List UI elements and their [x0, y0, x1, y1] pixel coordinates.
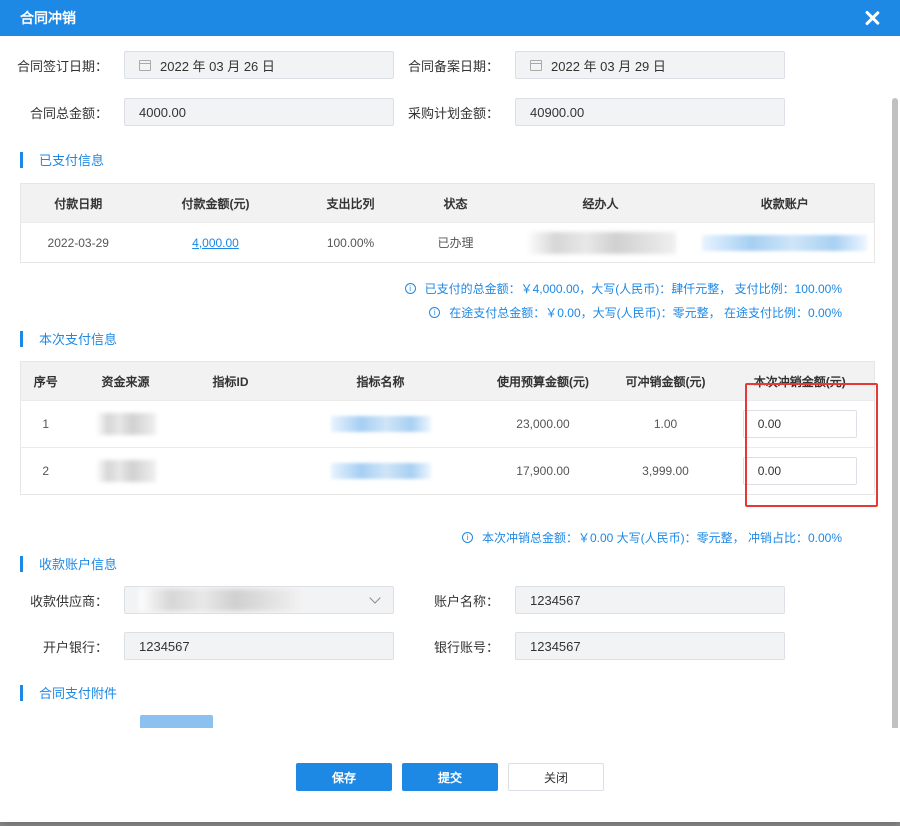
bank-field[interactable]: 1234567: [124, 632, 394, 660]
supplier-label: 收款供应商：: [29, 593, 108, 609]
col-header: 付款金额(元): [135, 183, 296, 223]
save-button[interactable]: 保存: [296, 763, 392, 791]
info-icon: i: [429, 307, 441, 318]
pay-date: 2022-03-29: [20, 222, 136, 263]
chevron-down-icon: [369, 592, 381, 604]
filing-date-label: 合同备案日期：: [407, 58, 499, 74]
pay-ratio: 100.00%: [295, 222, 406, 263]
offset-available: 3,999.00: [605, 447, 726, 495]
paid-section-header: 已支付信息: [20, 150, 104, 169]
col-header: 状态: [405, 183, 506, 223]
col-header: 指标ID: [180, 361, 281, 401]
redacted-indicator-name: [330, 463, 431, 479]
dialog-title: 合同冲销: [20, 10, 76, 26]
col-header: 使用预算金额(元): [480, 361, 606, 401]
row-index: 2: [20, 447, 71, 495]
redacted-indicator-name: [330, 416, 431, 432]
payee-section-header: 收款账户信息: [20, 554, 117, 573]
paid-summary: i 已支付的总金额：￥4,000.00，大写(人民币)：肆仟元整， 支付比例：1…: [404, 280, 842, 297]
calendar-icon: [139, 59, 151, 71]
redacted-account: [702, 234, 868, 251]
table-row: 1 23,000.00 1.00 0.00: [20, 400, 875, 448]
col-header: 可冲销金额(元): [605, 361, 726, 401]
pay-amount-link[interactable]: 4,000.00: [192, 236, 239, 250]
sign-date-field[interactable]: 2022 年 03 月 26 日: [124, 51, 394, 79]
row-index: 1: [20, 400, 71, 448]
budget-amount: 23,000.00: [480, 400, 606, 448]
col-header: 资金来源: [70, 361, 181, 401]
total-amount-value: 4000.00: [139, 104, 186, 120]
table-header-row: 付款日期 付款金额(元) 支出比列 状态 经办人 收款账户: [20, 183, 875, 223]
section-title: 收款账户信息: [39, 557, 118, 572]
account-name-label: 账户名称：: [433, 593, 499, 609]
col-header: 支出比列: [295, 183, 406, 223]
account-no-field[interactable]: 1234567: [515, 632, 785, 660]
redacted-handler: [525, 231, 676, 254]
redacted-supplier: [139, 589, 299, 611]
total-amount-label: 合同总金额：: [29, 105, 108, 121]
col-header: 本次冲销金额(元): [725, 361, 875, 401]
sign-date-label: 合同签订日期：: [16, 58, 108, 74]
bank-label: 开户银行：: [42, 639, 108, 655]
table-row: 2022-03-29 4,000.00 100.00% 已办理: [20, 222, 875, 263]
supplier-select[interactable]: [124, 586, 394, 614]
attachment-section-header: 合同支付附件: [20, 683, 117, 702]
total-amount-field[interactable]: 4000.00: [124, 98, 394, 126]
paid-table: 付款日期 付款金额(元) 支出比列 状态 经办人 收款账户 2022-03-29…: [20, 183, 875, 263]
redacted-fund-source: [95, 460, 156, 482]
account-no-label: 银行账号：: [433, 639, 499, 655]
info-icon: i: [461, 532, 473, 543]
col-header: 指标名称: [280, 361, 481, 401]
col-header: 付款日期: [20, 183, 136, 223]
section-title: 已支付信息: [39, 153, 105, 168]
offset-amount-input[interactable]: 0.00: [742, 457, 857, 485]
filing-date-value: 2022 年 03 月 29 日: [551, 58, 666, 74]
scrollbar-thumb[interactable]: [892, 98, 898, 728]
redacted-fund-source: [95, 413, 156, 435]
account-name-field[interactable]: 1234567: [515, 586, 785, 614]
col-header: 经办人: [505, 183, 696, 223]
filing-date-field[interactable]: 2022 年 03 月 29 日: [515, 51, 785, 79]
offset-summary: i 本次冲销总金额：￥0.00 大写(人民币)：零元整， 冲销占比：0.00%: [461, 529, 842, 546]
budget-amount: 17,900.00: [480, 447, 606, 495]
dialog-header: 合同冲销: [0, 0, 900, 36]
section-title: 合同支付附件: [39, 686, 118, 701]
close-button[interactable]: 关闭: [508, 763, 604, 791]
upload-button[interactable]: [140, 715, 213, 729]
col-header: 收款账户: [695, 183, 875, 223]
offset-amount-input[interactable]: 0.00: [742, 410, 857, 438]
submit-button[interactable]: 提交: [402, 763, 498, 791]
table-header-row: 序号 资金来源 指标ID 指标名称 使用预算金额(元) 可冲销金额(元) 本次冲…: [20, 361, 875, 401]
calendar-icon: [530, 59, 542, 71]
offset-available: 1.00: [605, 400, 726, 448]
plan-amount-label: 采购计划金额：: [407, 105, 499, 121]
section-title: 本次支付信息: [39, 332, 118, 347]
col-header: 序号: [20, 361, 71, 401]
plan-amount-field[interactable]: 40900.00: [515, 98, 785, 126]
current-table: 序号 资金来源 指标ID 指标名称 使用预算金额(元) 可冲销金额(元) 本次冲…: [20, 361, 875, 495]
info-icon: i: [404, 283, 416, 294]
contract-offset-dialog: 合同冲销 合同签订日期： 2022 年 03 月 26 日 合同备案日期： 20…: [0, 0, 900, 822]
sign-date-value: 2022 年 03 月 26 日: [160, 58, 275, 74]
plan-amount-value: 40900.00: [530, 104, 585, 120]
dialog-body[interactable]: 合同签订日期： 2022 年 03 月 26 日 合同备案日期： 2022 年 …: [0, 36, 900, 728]
pay-status: 已办理: [405, 222, 506, 263]
table-row: 2 17,900.00 3,999.00 0.00: [20, 447, 875, 495]
current-section-header: 本次支付信息: [20, 329, 117, 348]
close-icon[interactable]: [864, 10, 880, 26]
in-transit-summary: i 在途支付总金额：￥0.00，大写(人民币)：零元整， 在途支付比例：0.00…: [429, 304, 842, 321]
